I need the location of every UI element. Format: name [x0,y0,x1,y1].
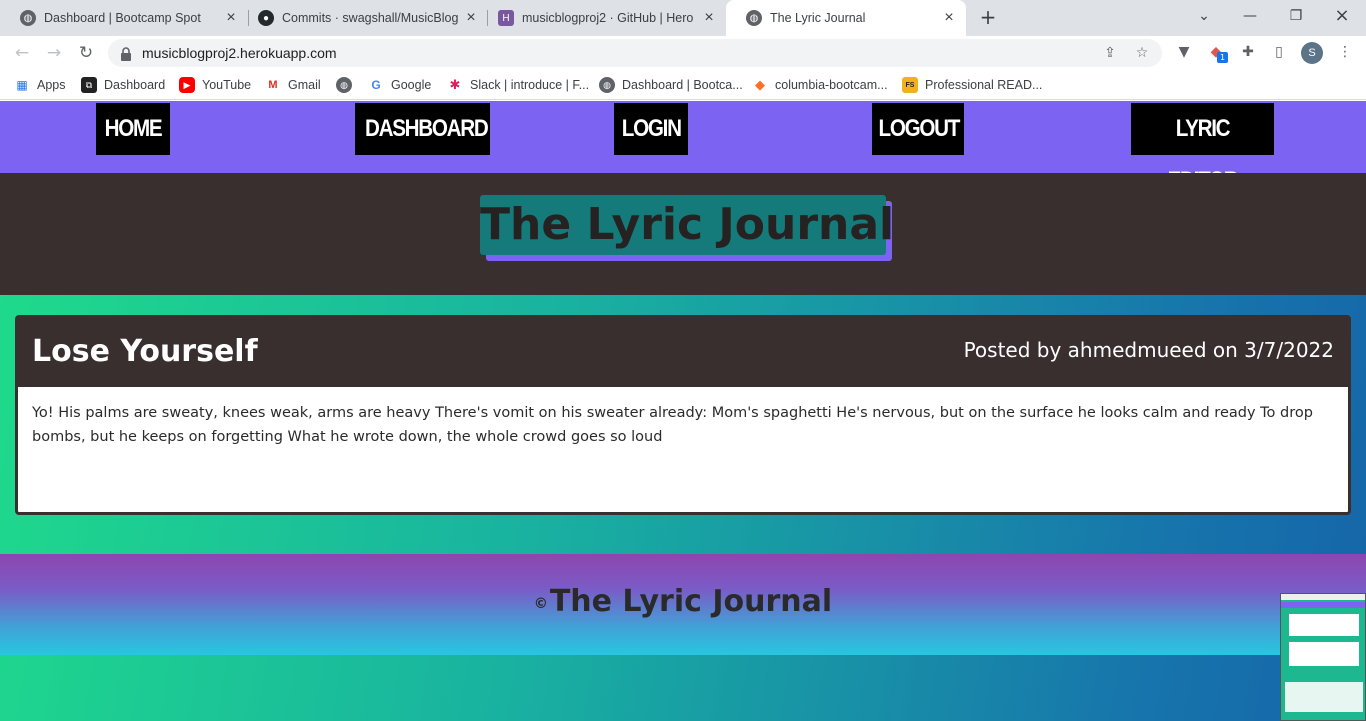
readme-icon: FS [902,77,918,93]
lock-icon [120,46,132,61]
new-tab-icon[interactable]: + [976,5,1000,29]
page-title: The Lyric Journal [480,195,894,255]
slack-icon: ✱ [449,77,461,92]
bookmark-star-icon[interactable]: ☆ [1134,45,1150,61]
share-icon[interactable]: ⇪ [1102,45,1118,61]
site-title-box: The Lyric Journal [480,195,894,261]
menu-kebab-icon[interactable]: ⋮ [1336,43,1354,61]
post-title: Lose Yourself [32,334,258,369]
nav-dashboard-link[interactable]: DASHBOARD [355,103,490,155]
site-nav: HOME DASHBOARD LOGIN LOGOUT LYRIC EDITOR [0,101,1366,194]
site-footer: ©The Lyric Journal [0,554,1366,655]
bookmark-gitlab[interactable]: ◆ columbia-bootcam... [752,76,888,94]
bookmark-label: Professional READ... [925,78,1043,92]
post-header: Lose Yourself Posted by ahmedmueed on 3/… [18,318,1348,387]
forward-icon[interactable]: → [42,41,66,65]
bookmark-dashboard[interactable]: ⧉ Dashboard [81,76,165,94]
browser-tab-commits[interactable]: ● Commits · swagshall/MusicBlogP × [238,0,488,36]
url-text: musicblogproj2.herokuapp.com [142,45,337,61]
address-bar[interactable]: musicblogproj2.herokuapp.com ⇪ ☆ [108,39,1162,67]
bookmarks-bar: ▦ Apps ⧉ Dashboard ▶ YouTube M Gmail ◍ G… [0,70,1366,100]
thumbnail-part [1281,594,1365,600]
thumbnail-part [1285,682,1363,712]
screen-capture-thumbnail[interactable] [1280,593,1366,721]
bookmark-google[interactable]: G Google [368,76,431,94]
youtube-icon: ▶ [179,77,195,93]
vue-devtools-icon[interactable]: ▼ [1175,43,1193,61]
close-window-icon[interactable]: × [1330,4,1354,28]
post-body: Yo! His palms are sweaty, knees weak, ar… [32,405,1313,445]
close-icon[interactable]: × [940,9,958,27]
tab-title: Dashboard | Bootcamp Spot [44,11,201,25]
globe-icon: ◍ [336,77,352,93]
footer-title: ©The Lyric Journal [0,584,1366,619]
nav-logout-link[interactable]: LOGOUT [872,103,964,155]
browser-toolbar: ← → ↻ musicblogproj2.herokuapp.com ⇪ ☆ ▼… [0,36,1366,70]
extension-badge-icon[interactable]: ◆ 1 [1207,43,1228,63]
gitlab-icon: ◆ [755,77,765,92]
bookmark-label: YouTube [202,78,252,92]
bookmark-label: Dashboard [104,78,166,92]
side-panel-icon[interactable]: ▯ [1270,43,1288,61]
tab-title: The Lyric Journal [770,11,866,25]
bookmark-youtube[interactable]: ▶ YouTube [179,76,251,94]
tab-search-icon[interactable]: ⌄ [1192,4,1216,28]
thumbnail-part [1281,602,1365,608]
nav-login-link[interactable]: LOGIN [614,103,688,155]
restore-icon[interactable]: ❐ [1284,4,1308,28]
post-meta: Posted by ahmedmueed on 3/7/2022 [963,338,1334,362]
bookmark-label: Dashboard | Bootca... [622,78,743,92]
bookmark-globe[interactable]: ◍ [336,76,359,94]
browser-tab-lyric-journal[interactable]: ◍ The Lyric Journal × [726,0,966,36]
thumbnail-part [1289,614,1359,636]
post-card[interactable]: Lose Yourself Posted by ahmedmueed on 3/… [15,315,1351,515]
footer-text: The Lyric Journal [549,584,833,619]
bookmark-label: Apps [37,78,66,92]
back-icon[interactable]: ← [10,41,34,65]
copyright-symbol: © [533,596,548,612]
nav-home-link[interactable]: HOME [96,103,170,155]
tab-title: musicblogproj2 · GitHub | Heroku [522,11,694,25]
google-icon: G [371,78,381,92]
extension-badge-count: 1 [1217,52,1228,63]
thumbnail-part [1289,642,1359,666]
avatar[interactable]: S [1301,42,1323,64]
globe-icon: ◍ [599,77,615,93]
browser-tab-heroku[interactable]: H musicblogproj2 · GitHub | Heroku × [478,0,726,36]
browser-tab-bootcamp[interactable]: ◍ Dashboard | Bootcamp Spot × [0,0,248,36]
apps-grid-icon: ▦ [16,78,28,92]
page-viewport: HOME DASHBOARD LOGIN LOGOUT LYRIC EDITOR… [0,101,1366,721]
dashboard-icon: ⧉ [81,77,97,93]
github-icon: ● [258,10,274,26]
bookmark-slack[interactable]: ✱ Slack | introduce | F... [447,76,590,94]
nav-lyric-editor-link[interactable]: LYRIC EDITOR [1131,103,1274,194]
reload-icon[interactable]: ↻ [74,41,98,65]
site-header: The Lyric Journal [0,173,1366,295]
bookmark-gmail[interactable]: M Gmail [265,76,321,94]
bookmark-label: Google [391,78,432,92]
puzzle-extensions-icon[interactable]: ✚ [1239,43,1257,61]
globe-icon: ◍ [20,10,36,26]
bookmark-readme[interactable]: FS Professional READ... [902,76,1042,94]
bookmark-label: Slack | introduce | F... [470,78,590,92]
bookmark-bootcamp-dashboard[interactable]: ◍ Dashboard | Bootca... [599,76,743,94]
heroku-icon: H [498,10,514,26]
bookmark-label: Gmail [288,78,321,92]
close-icon[interactable]: × [700,9,718,27]
bookmark-label: columbia-bootcam... [775,78,888,92]
globe-icon: ◍ [746,10,762,26]
tab-title: Commits · swagshall/MusicBlogP [282,11,458,25]
gmail-icon: M [268,79,278,91]
minimize-icon[interactable]: — [1238,4,1262,28]
bookmark-apps[interactable]: ▦ Apps [14,76,66,94]
browser-tab-strip: ◍ Dashboard | Bootcamp Spot × ● Commits … [0,0,1366,36]
